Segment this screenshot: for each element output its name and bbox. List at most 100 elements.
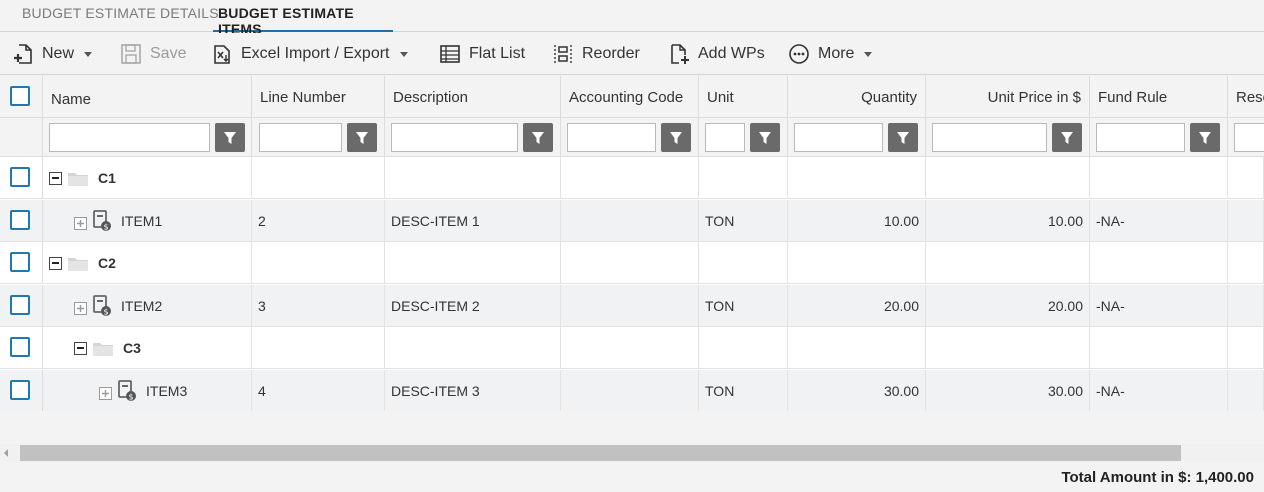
cell-name: C1 (43, 157, 252, 199)
new-button[interactable]: New (12, 33, 93, 75)
row-checkbox[interactable] (10, 337, 30, 357)
cell-unit-price (926, 157, 1090, 199)
cell-unit: TON (699, 199, 788, 242)
cell-unit (699, 157, 788, 199)
flat-list-button[interactable]: Flat List (439, 33, 525, 75)
row-checkbox[interactable] (10, 209, 30, 230)
filter-input-quantity[interactable] (794, 123, 883, 152)
col-header-accounting-code[interactable]: Accounting Code (561, 76, 699, 118)
cell-resource (1228, 242, 1264, 284)
col-header-line-number[interactable]: Line Number (252, 76, 385, 118)
filter-button-accounting-code[interactable] (661, 123, 691, 152)
col-header-unit[interactable]: Unit (699, 76, 788, 118)
tab-budget-estimate-details[interactable]: BUDGET ESTIMATE DETAILS (22, 5, 219, 32)
cell-fund-rule (1090, 157, 1228, 199)
col-header-description[interactable]: Description (385, 76, 561, 118)
filter-button-fund-rule[interactable] (1190, 123, 1220, 152)
group-row[interactable]: C3 (0, 327, 1264, 369)
chevron-down-icon (864, 51, 873, 57)
filter-input-description[interactable] (391, 123, 518, 152)
group-row[interactable]: C1 (0, 157, 1264, 199)
cell-accounting-code (561, 157, 699, 199)
cell-description (385, 327, 561, 369)
cell-name: $ ITEM2 (43, 284, 252, 327)
row-checkbox[interactable] (10, 252, 30, 272)
expand-icon[interactable] (74, 302, 87, 315)
scroll-left-arrow-icon[interactable] (4, 449, 8, 457)
scrollbar-thumb[interactable] (20, 445, 1181, 461)
table-row[interactable]: $ ITEM1 2 DESC-ITEM 1 TON 10.00 10.00 -NA- (0, 199, 1264, 242)
more-icon (788, 43, 810, 65)
cell-quantity (788, 242, 926, 284)
filter-input-line-number[interactable] (259, 123, 342, 152)
filter-button-quantity[interactable] (888, 123, 918, 152)
cell-resource (1228, 327, 1264, 369)
table-row[interactable]: $ ITEM3 4 DESC-ITEM 3 TON 30.00 30.00 -NA- (0, 369, 1264, 411)
collapse-icon[interactable] (74, 341, 87, 355)
filter-button-name[interactable] (215, 123, 245, 152)
row-name: C3 (123, 340, 141, 356)
group-row[interactable]: C2 (0, 242, 1264, 284)
tab-budget-estimate-items[interactable]: BUDGET ESTIMATE ITEMS (213, 5, 393, 37)
collapse-icon[interactable] (49, 256, 62, 270)
toolbar: New Save Excel Import / Export Flat List… (0, 33, 1264, 75)
cell-description: DESC-ITEM 2 (385, 284, 561, 327)
filter-icon (224, 131, 236, 144)
row-name: C1 (98, 170, 116, 186)
col-header-unit-price[interactable]: Unit Price in $ (926, 76, 1090, 118)
row-checkbox[interactable] (10, 379, 30, 400)
row-name: ITEM2 (121, 297, 163, 314)
filter-input-unit[interactable] (705, 123, 745, 152)
select-all-checkbox[interactable] (10, 86, 30, 106)
expand-icon[interactable] (74, 217, 87, 230)
row-select-cell (0, 157, 43, 198)
cell-accounting-code (561, 369, 699, 411)
cell-unit: TON (699, 284, 788, 327)
total-amount: Total Amount in $: 1,400.00 (1061, 468, 1254, 486)
row-select-cell (0, 369, 43, 411)
filter-input-fund-rule[interactable] (1096, 123, 1185, 152)
save-button[interactable]: Save (120, 33, 186, 75)
filter-button-unit[interactable] (750, 123, 780, 152)
add-wps-button[interactable]: Add WPs (668, 33, 765, 75)
row-checkbox[interactable] (10, 167, 30, 187)
cell-fund-rule: -NA- (1090, 369, 1228, 411)
budget-item-icon: $ (118, 379, 136, 401)
filter-button-line-number[interactable] (347, 123, 377, 152)
add-wps-label: Add WPs (698, 45, 765, 62)
filter-cell-fund-rule (1090, 118, 1228, 157)
col-header-name[interactable]: Name (43, 76, 252, 118)
filter-input-accounting-code[interactable] (567, 123, 656, 152)
col-header-resource[interactable]: Reso (1228, 76, 1264, 118)
cell-quantity: 20.00 (788, 284, 926, 327)
filter-input-resource[interactable] (1234, 123, 1264, 152)
cell-description (385, 157, 561, 199)
table-row[interactable]: $ ITEM2 3 DESC-ITEM 2 TON 20.00 20.00 -NA- (0, 284, 1264, 327)
cell-accounting-code (561, 242, 699, 284)
filter-input-unit-price[interactable] (932, 123, 1047, 152)
more-button[interactable]: More (788, 33, 873, 75)
cell-name: C3 (43, 327, 252, 369)
excel-import-export-button[interactable]: Excel Import / Export (211, 33, 408, 75)
new-label: New (42, 45, 75, 62)
budget-item-icon: $ (93, 209, 111, 231)
cell-unit-price (926, 327, 1090, 369)
expand-icon[interactable] (99, 387, 112, 400)
reorder-button[interactable]: Reorder (552, 33, 640, 75)
cell-quantity (788, 157, 926, 199)
filter-button-unit-price[interactable] (1052, 123, 1082, 152)
cell-unit: TON (699, 369, 788, 411)
row-checkbox[interactable] (10, 294, 30, 315)
horizontal-scrollbar[interactable] (0, 444, 1264, 462)
cell-quantity: 30.00 (788, 369, 926, 411)
collapse-icon[interactable] (49, 171, 62, 185)
col-header-quantity[interactable]: Quantity (788, 76, 926, 118)
filter-button-description[interactable] (523, 123, 553, 152)
filter-input-name[interactable] (49, 123, 210, 152)
budget-items-grid: Name Line Number Description Accounting … (0, 76, 1264, 411)
row-name: ITEM3 (146, 382, 188, 399)
folder-icon (93, 342, 113, 356)
cell-line-number: 2 (252, 199, 385, 242)
col-header-fund-rule[interactable]: Fund Rule (1090, 76, 1228, 118)
cell-unit (699, 242, 788, 284)
